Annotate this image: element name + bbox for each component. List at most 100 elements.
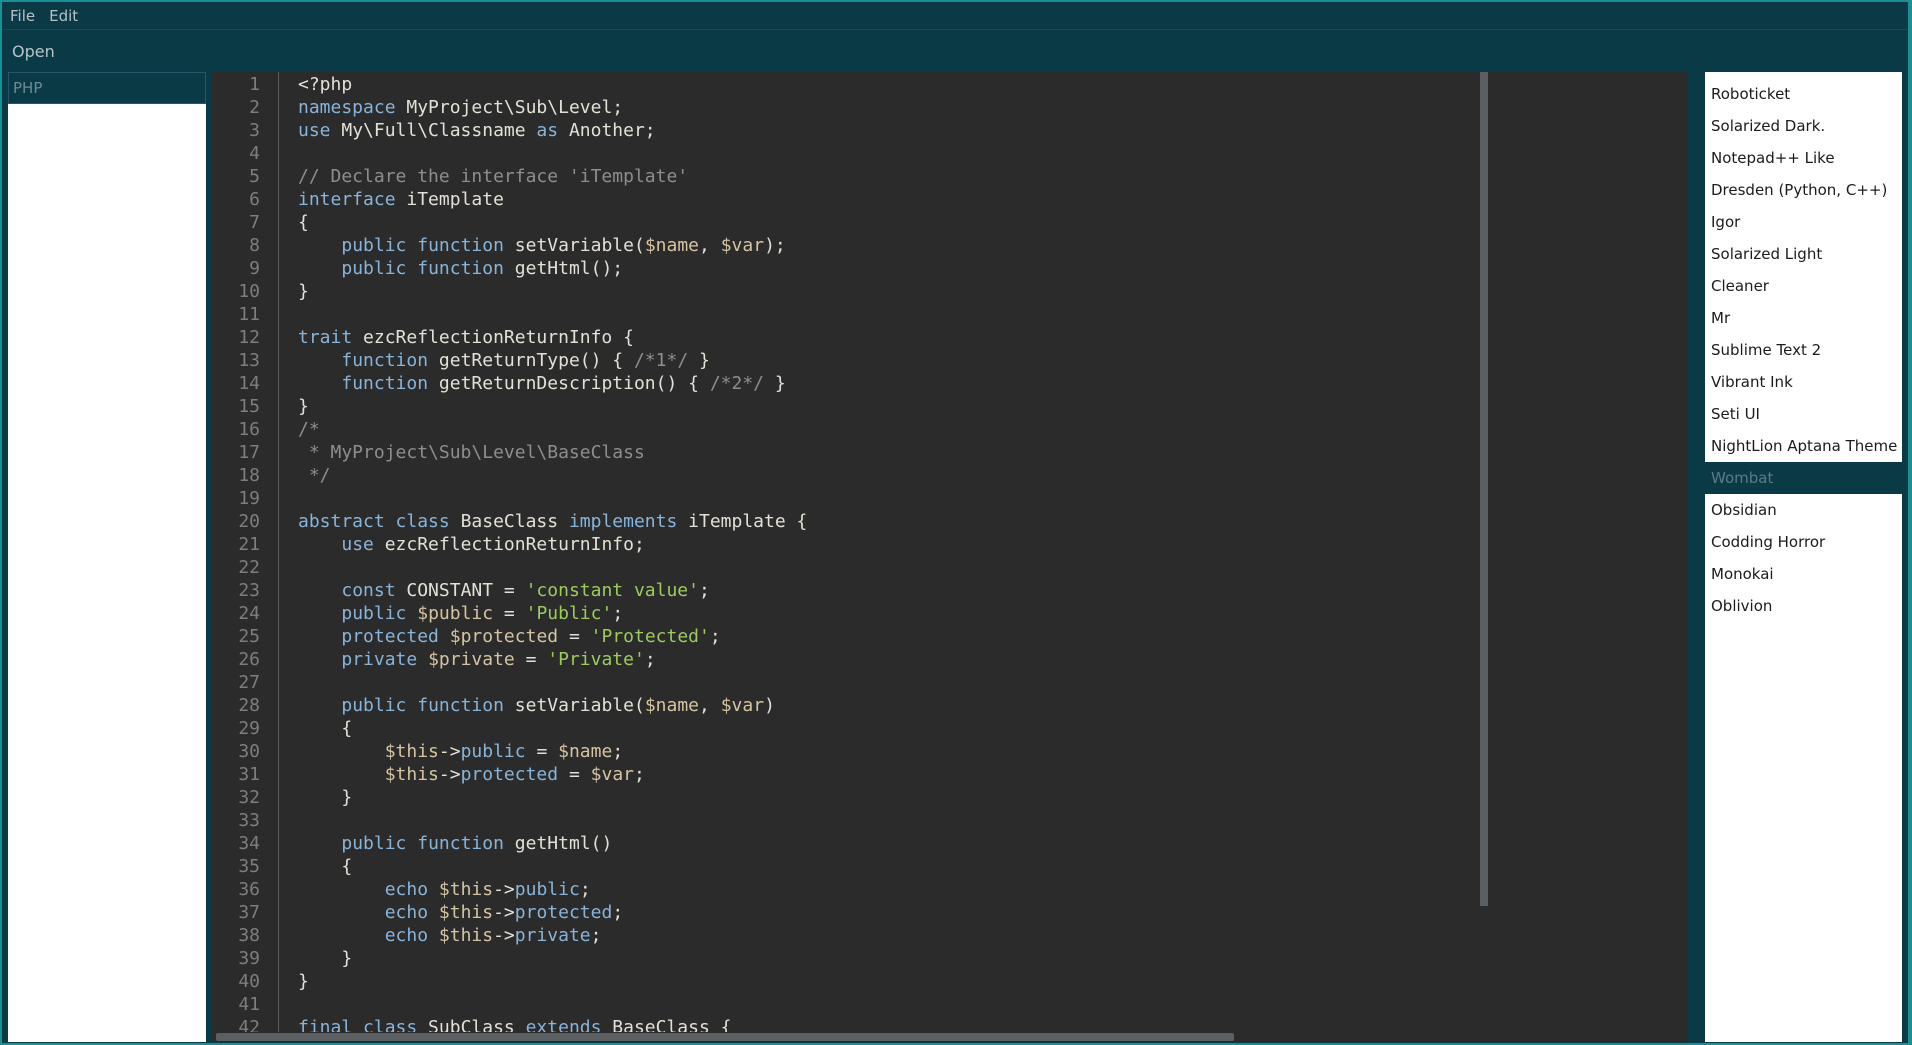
theme-item[interactable]: NightLion Aptana Theme (1705, 430, 1902, 462)
theme-item[interactable]: Roboticket (1705, 78, 1902, 110)
code-token: abstract (298, 511, 385, 532)
code-line[interactable]: 17 * MyProject\Sub\Level\BaseClass (212, 441, 1672, 464)
code-token: getHtml(); (503, 258, 624, 279)
code-line[interactable]: 35 { (212, 855, 1672, 878)
code-line[interactable]: 15} (212, 395, 1672, 418)
code-line[interactable]: 26 private $private = 'Private'; (212, 648, 1672, 671)
code-line[interactable]: 33 (212, 809, 1672, 832)
code-token: = (514, 649, 548, 670)
theme-item[interactable]: Notepad++ Like (1705, 142, 1902, 174)
code-line[interactable]: 27 (212, 671, 1672, 694)
theme-item[interactable]: Sublime Text 2 (1705, 334, 1902, 366)
horizontal-scrollbar[interactable] (216, 1033, 1234, 1041)
app-window: File Edit Open PHP 1 <?php 2 namespace MyPr… (0, 0, 1912, 1045)
code-line[interactable]: 19 (212, 487, 1672, 510)
code-line[interactable]: 30 $this->public = $name; (212, 740, 1672, 763)
code-token: function (341, 373, 429, 394)
line-number: 28 (238, 695, 260, 716)
code-line[interactable]: 4 (212, 142, 1672, 165)
code-line[interactable]: 9 public function getHtml(); (212, 257, 1672, 280)
theme-item[interactable]: Oblivion (1705, 590, 1902, 622)
code-token: = (493, 603, 526, 624)
code-token: $var (720, 695, 765, 716)
code-line[interactable]: 11 (212, 303, 1672, 326)
theme-item[interactable]: Wombat (1705, 462, 1902, 494)
code-line[interactable]: 6 interface iTemplate (212, 188, 1672, 211)
menu-file[interactable]: File (10, 7, 35, 25)
code-token: BaseClass (449, 511, 569, 532)
theme-item[interactable]: Solarized Light (1705, 238, 1902, 270)
code-line[interactable]: 25 protected $protected = 'Protected'; (212, 625, 1672, 648)
code-token: getReturnType() { (428, 350, 634, 371)
code-line[interactable]: 2 namespace MyProject\Sub\Level; (212, 96, 1672, 119)
code-line[interactable]: 5 // Declare the interface 'iTemplate' (212, 165, 1672, 188)
code-token: class (395, 511, 450, 532)
vertical-scrollbar[interactable] (1480, 72, 1488, 906)
theme-item[interactable]: Seti UI (1705, 398, 1902, 430)
code-token: const (341, 580, 396, 601)
code-token: private (514, 925, 591, 946)
theme-item[interactable]: Obsidian (1705, 494, 1902, 526)
code-token: $this (384, 741, 439, 762)
menu-edit[interactable]: Edit (49, 7, 78, 25)
code-line[interactable]: 24 public $public = 'Public'; (212, 602, 1672, 625)
theme-item[interactable]: Solarized Dark. (1705, 110, 1902, 142)
line-number: 20 (238, 511, 260, 532)
code-editor[interactable]: 1 <?php 2 namespace MyProject\Sub\Level; 3 us… (212, 72, 1688, 1042)
code-line[interactable]: 40} (212, 970, 1672, 993)
code-line[interactable]: 37 echo $this->protected; (212, 901, 1672, 924)
theme-item[interactable]: Mr (1705, 302, 1902, 334)
line-number: 42 (238, 1017, 260, 1032)
code-line[interactable]: 41 (212, 993, 1672, 1016)
code-line[interactable]: 38 echo $this->private; (212, 924, 1672, 947)
code-token: } (298, 787, 353, 808)
open-button[interactable]: Open (12, 42, 55, 61)
code-line[interactable]: 32 } (212, 786, 1672, 809)
theme-item[interactable]: Codding Horror (1705, 526, 1902, 558)
code-line[interactable]: 34 public function getHtml() (212, 832, 1672, 855)
code-token: iTemplate (395, 189, 504, 210)
theme-item[interactable]: Vibrant Ink (1705, 366, 1902, 398)
language-item-selected[interactable]: PHP (8, 72, 206, 104)
code-line[interactable]: 22 (212, 556, 1672, 579)
code-line[interactable]: 7{ (212, 211, 1672, 234)
code-line[interactable]: 21 use ezcReflectionReturnInfo; (212, 533, 1672, 556)
code-line[interactable]: 13 function getReturnType() { /*1*/ } (212, 349, 1672, 372)
code-line[interactable]: 1 <?php (212, 73, 1672, 96)
code-token: SubClass (417, 1017, 526, 1032)
line-number: 15 (238, 396, 260, 417)
code-line[interactable]: 42 final class SubClass extends BaseClass… (212, 1016, 1672, 1032)
code-line[interactable]: 29 { (212, 717, 1672, 740)
code-line[interactable]: 3 use My\Full\Classname as Another; (212, 119, 1672, 142)
theme-item[interactable]: Cleaner (1705, 270, 1902, 302)
code-line[interactable]: 14 function getReturnDescription() { /*2… (212, 372, 1672, 395)
code-token: $protected (449, 626, 559, 647)
code-line[interactable]: 10} (212, 280, 1672, 303)
code-line[interactable]: 23 const CONSTANT = 'constant value'; (212, 579, 1672, 602)
code-token: $this (438, 879, 494, 900)
code-line[interactable]: 39 } (212, 947, 1672, 970)
code-line[interactable]: 8 public function setVariable($name, $va… (212, 234, 1672, 257)
code-line[interactable]: 18 */ (212, 464, 1672, 487)
code-area[interactable]: 1 <?php 2 namespace MyProject\Sub\Level; 3 us… (212, 72, 1688, 1032)
code-token: { (298, 212, 309, 233)
code-line[interactable]: 28 public function setVariable($name, $v… (212, 694, 1672, 717)
theme-item[interactable]: Dresden (Python, C++) (1705, 174, 1902, 206)
code-token: setVariable( (503, 695, 645, 716)
theme-item[interactable]: Igor (1705, 206, 1902, 238)
code-line[interactable]: 36 echo $this->public; (212, 878, 1672, 901)
code-line[interactable]: 16 /* (212, 418, 1672, 441)
code-line[interactable]: 31 $this->protected = $var; (212, 763, 1672, 786)
theme-item[interactable]: Monokai (1705, 558, 1902, 590)
code-line[interactable]: 20 abstract class BaseClass implements iT… (212, 510, 1672, 533)
code-line[interactable]: 12 trait ezcReflectionReturnInfo { (212, 326, 1672, 349)
